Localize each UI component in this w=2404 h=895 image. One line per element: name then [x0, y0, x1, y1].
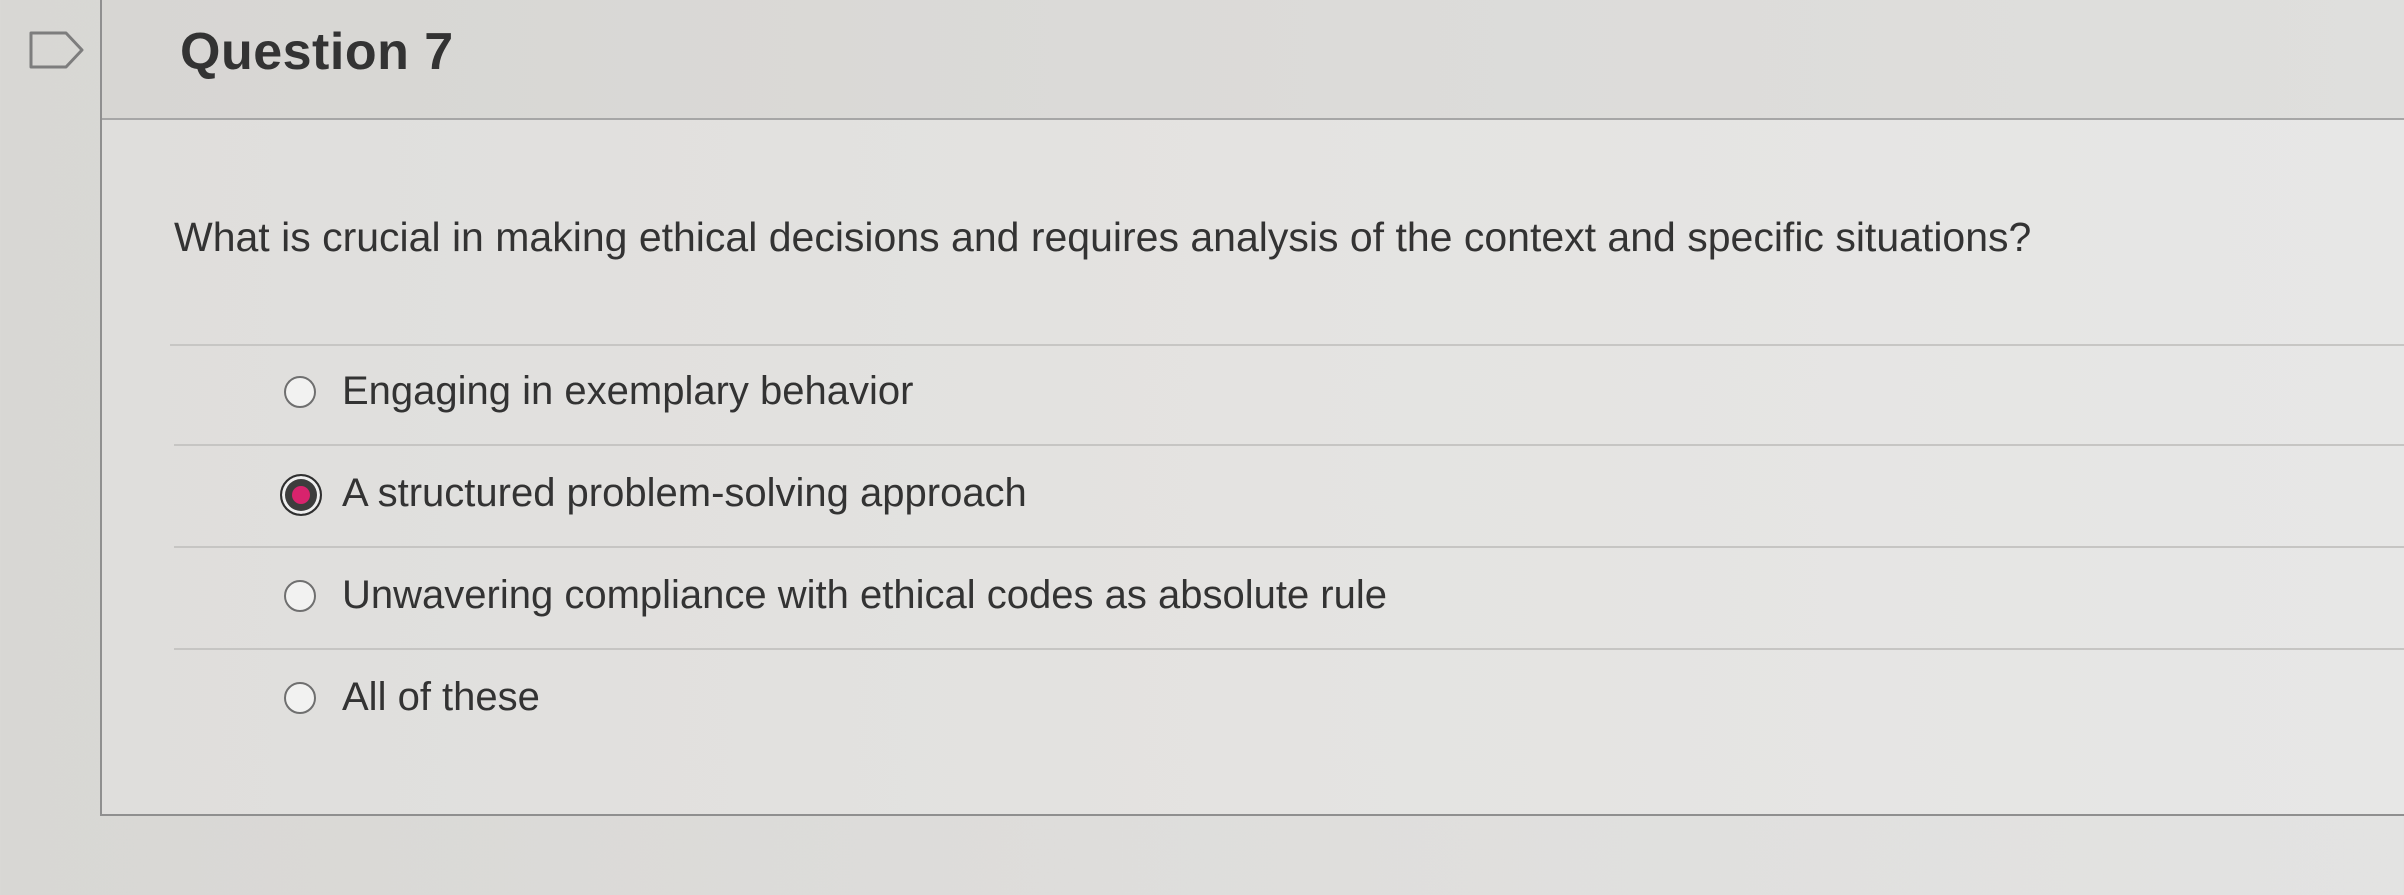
- option-label[interactable]: A structured problem-solving approach: [342, 471, 1027, 516]
- radio-icon[interactable]: [284, 580, 316, 612]
- question-prompt: What is crucial in making ethical decisi…: [174, 214, 2032, 260]
- answer-option[interactable]: Unwavering compliance with ethical codes…: [174, 550, 2404, 650]
- flag-icon[interactable]: [28, 30, 86, 70]
- radio-selected-dot: [292, 486, 310, 504]
- radio-icon[interactable]: [284, 682, 316, 714]
- question-title: Question 7: [180, 23, 454, 81]
- answer-option[interactable]: Engaging in exemplary behavior: [174, 346, 2404, 446]
- question-header: Question 7: [102, 0, 2404, 120]
- answer-option-selected[interactable]: A structured problem-solving approach: [174, 448, 2404, 548]
- option-label[interactable]: Engaging in exemplary behavior: [342, 369, 913, 414]
- radio-icon[interactable]: [280, 474, 322, 516]
- radio-icon[interactable]: [284, 376, 316, 408]
- question-card: Question 7 What is crucial in making eth…: [100, 0, 2404, 816]
- option-label[interactable]: All of these: [342, 675, 540, 720]
- answer-option[interactable]: All of these: [174, 652, 2404, 752]
- option-label[interactable]: Unwavering compliance with ethical codes…: [342, 573, 1387, 618]
